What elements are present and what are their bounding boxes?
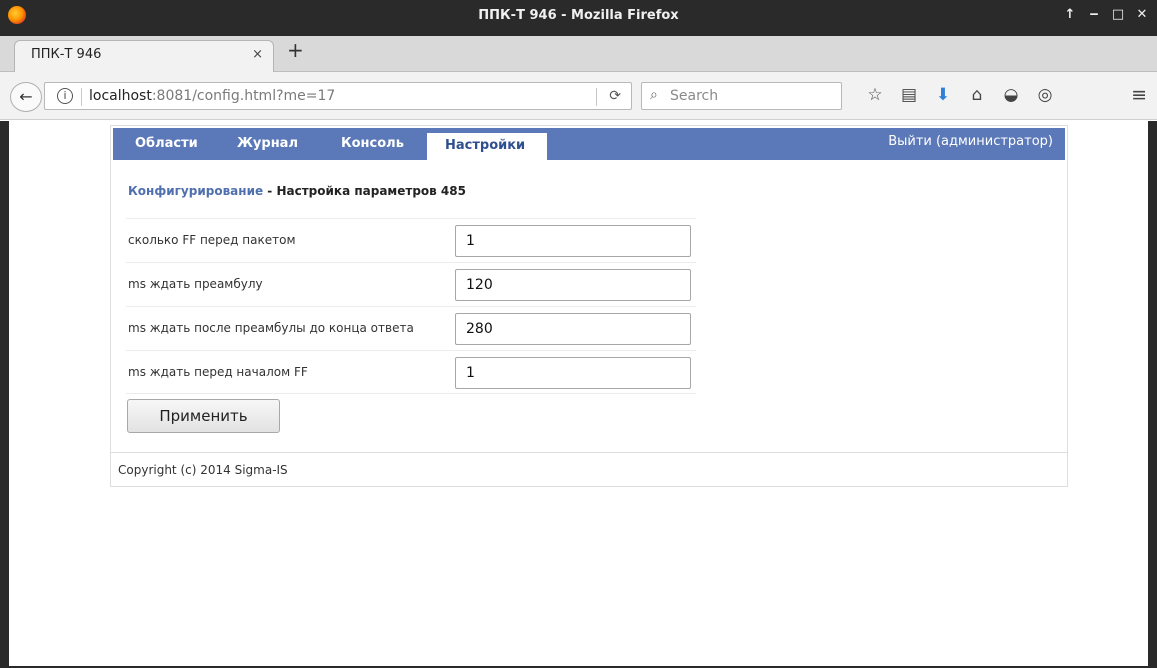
url-path: :8081/config.html?me=17 <box>151 88 336 104</box>
form-row: ms ждать преамбулу <box>126 262 696 306</box>
preamble-wait-field[interactable] <box>455 269 691 301</box>
apply-button[interactable]: Применить <box>127 399 280 433</box>
field-label-ff-count: сколько FF перед пакетом <box>128 233 296 247</box>
url-host: localhost <box>89 88 152 104</box>
home-icon[interactable]: ⌂ <box>960 85 994 105</box>
menu-item-console[interactable]: Консоль <box>341 136 404 151</box>
search-placeholder: Search <box>670 88 719 104</box>
app-panel: Области Журнал Консоль Настройки Выйти (… <box>110 125 1068 487</box>
menu-item-journal[interactable]: Журнал <box>237 136 298 151</box>
menu-item-areas[interactable]: Области <box>135 136 198 151</box>
url-bar[interactable]: i localhost:8081/config.html?me=17 ⟳ <box>44 82 632 110</box>
form-row: ms ждать перед началом FF <box>126 350 696 394</box>
bookmark-star-icon[interactable]: ☆ <box>858 85 892 105</box>
before-ff-wait-field[interactable] <box>455 357 691 389</box>
breadcrumb-config-link[interactable]: Конфигурирование <box>128 184 263 198</box>
copyright-text: Copyright (c) 2014 Sigma-IS <box>118 463 288 477</box>
window-controls: ↑ ‒ □ ✕ <box>1063 7 1149 22</box>
sync-icon[interactable]: ◎ <box>1028 85 1062 105</box>
hamburger-menu-icon[interactable]: ≡ <box>1131 84 1147 106</box>
tab-title: ППК-Т 946 <box>31 47 102 62</box>
after-preamble-wait-field[interactable] <box>455 313 691 345</box>
download-icon[interactable]: ⬇ <box>926 85 960 105</box>
breadcrumb: Конфигурирование - Настройка параметров … <box>128 184 466 198</box>
form-row: сколько FF перед пакетом <box>126 218 696 262</box>
url-separator <box>81 88 82 106</box>
menu-item-settings[interactable]: Настройки <box>445 138 525 153</box>
url-text[interactable]: localhost:8081/config.html?me=17 <box>89 88 335 104</box>
breadcrumb-current: Настройка параметров 485 <box>276 184 466 198</box>
bookmarks-list-icon[interactable]: ▤ <box>892 85 926 105</box>
back-button[interactable]: ← <box>10 82 42 112</box>
search-input[interactable]: ⌕ Search <box>641 82 842 110</box>
page-content: Области Журнал Консоль Настройки Выйти (… <box>0 121 1157 668</box>
window-raise-icon[interactable]: ↑ <box>1063 7 1077 22</box>
tab-ppk[interactable]: ППК-Т 946 × <box>14 40 274 72</box>
window-title: ППК-Т 946 - Mozilla Firefox <box>478 8 679 23</box>
app-menu-bar: Области Журнал Консоль Настройки Выйти (… <box>113 128 1065 160</box>
tab-bar: ППК-Т 946 × <box>0 36 1157 72</box>
toolbar-icons: ☆ ▤ ⬇ ⌂ ◒ ◎ <box>858 85 1062 105</box>
field-label-preamble-wait: ms ждать преамбулу <box>128 277 263 291</box>
pocket-icon[interactable]: ◒ <box>994 85 1028 105</box>
ff-count-field[interactable] <box>455 225 691 257</box>
navigation-bar: ← i localhost:8081/config.html?me=17 ⟳ ⌕… <box>0 72 1157 120</box>
search-icon: ⌕ <box>650 87 658 103</box>
window-minimize-icon[interactable]: ‒ <box>1087 7 1101 22</box>
new-tab-button[interactable]: + <box>287 40 304 60</box>
settings-form: сколько FF перед пакетом ms ждать преамб… <box>126 218 696 394</box>
reload-separator <box>596 88 597 106</box>
logout-link[interactable]: Выйти (администратор) <box>888 134 1053 149</box>
field-label-after-preamble-wait: ms ждать после преамбулы до конца ответа <box>128 321 414 335</box>
form-row: ms ждать после преамбулы до конца ответа <box>126 306 696 350</box>
field-label-before-ff-wait: ms ждать перед началом FF <box>128 365 308 379</box>
tab-close-icon[interactable]: × <box>252 47 263 62</box>
page-footer: Copyright (c) 2014 Sigma-IS <box>111 452 1067 486</box>
site-info-icon[interactable]: i <box>57 88 73 104</box>
breadcrumb-separator: - <box>263 184 277 198</box>
reload-icon[interactable]: ⟳ <box>609 88 621 104</box>
window-close-icon[interactable]: ✕ <box>1135 7 1149 22</box>
window-titlebar: ППК-Т 946 - Mozilla Firefox ↑ ‒ □ ✕ <box>0 0 1157 36</box>
window-maximize-icon[interactable]: □ <box>1111 7 1125 22</box>
